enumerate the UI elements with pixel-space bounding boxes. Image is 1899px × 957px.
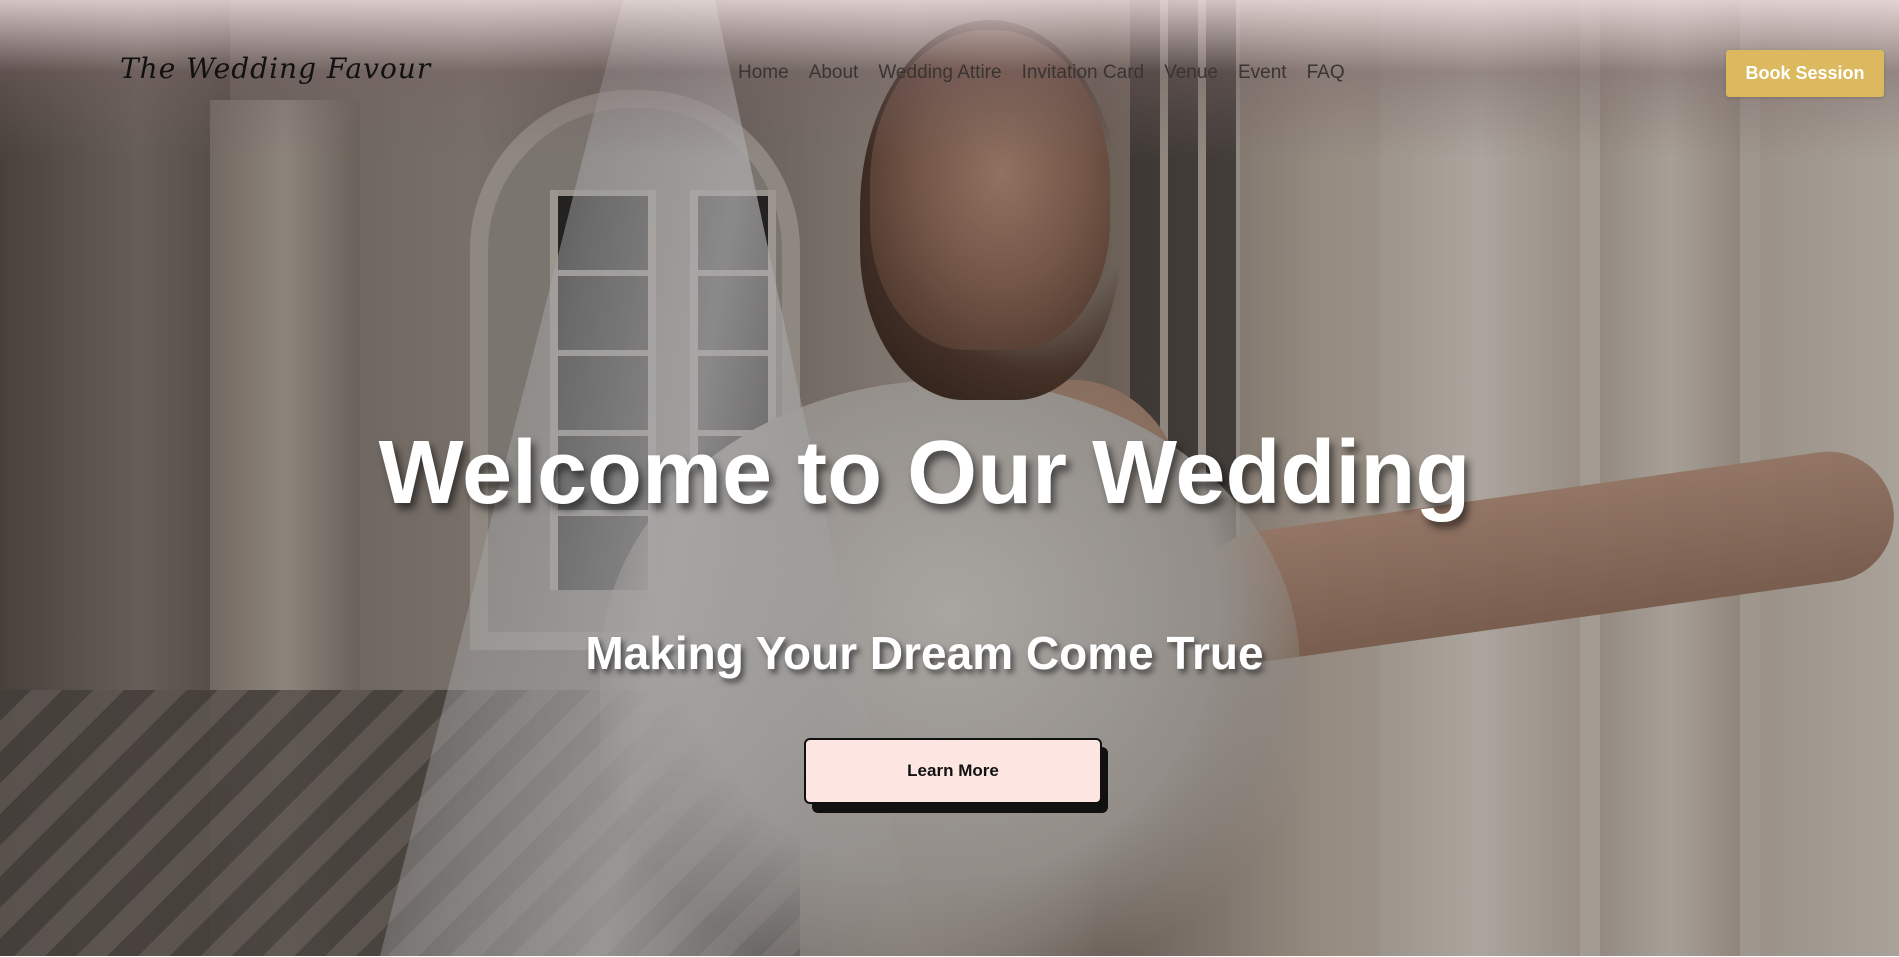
- learn-more-button[interactable]: Learn More: [804, 738, 1102, 804]
- nav-item-about: About: [809, 62, 859, 84]
- nav-item-home: Home: [738, 62, 789, 84]
- nav-link-wedding-attire[interactable]: Wedding Attire: [878, 62, 1001, 84]
- nav-link-event[interactable]: Event: [1238, 62, 1287, 84]
- nav-item-faq: FAQ: [1307, 62, 1345, 84]
- learn-more-button-wrap: Learn More: [804, 738, 1108, 813]
- site-logo[interactable]: The Wedding Favour: [120, 52, 431, 85]
- nav-item-wedding-attire: Wedding Attire: [878, 62, 1001, 84]
- nav-link-faq[interactable]: FAQ: [1307, 62, 1345, 84]
- nav-menu: Home About Wedding Attire Invitation Car…: [738, 62, 1345, 84]
- nav-link-home[interactable]: Home: [738, 62, 789, 84]
- nav-link-invitation-card[interactable]: Invitation Card: [1022, 62, 1145, 84]
- nav-item-event: Event: [1238, 62, 1287, 84]
- nav-link-about[interactable]: About: [809, 62, 859, 84]
- hero-subtitle: Making Your Dream Come True: [585, 627, 1264, 679]
- nav-item-invitation-card: Invitation Card: [1022, 62, 1145, 84]
- nav-item-venue: Venue: [1164, 62, 1218, 84]
- navbar: The Wedding Favour Home About Wedding At…: [0, 0, 1899, 146]
- hero-title: Welcome to Our Wedding: [378, 423, 1471, 523]
- nav-link-venue[interactable]: Venue: [1164, 62, 1218, 84]
- book-session-button[interactable]: Book Session: [1726, 50, 1884, 97]
